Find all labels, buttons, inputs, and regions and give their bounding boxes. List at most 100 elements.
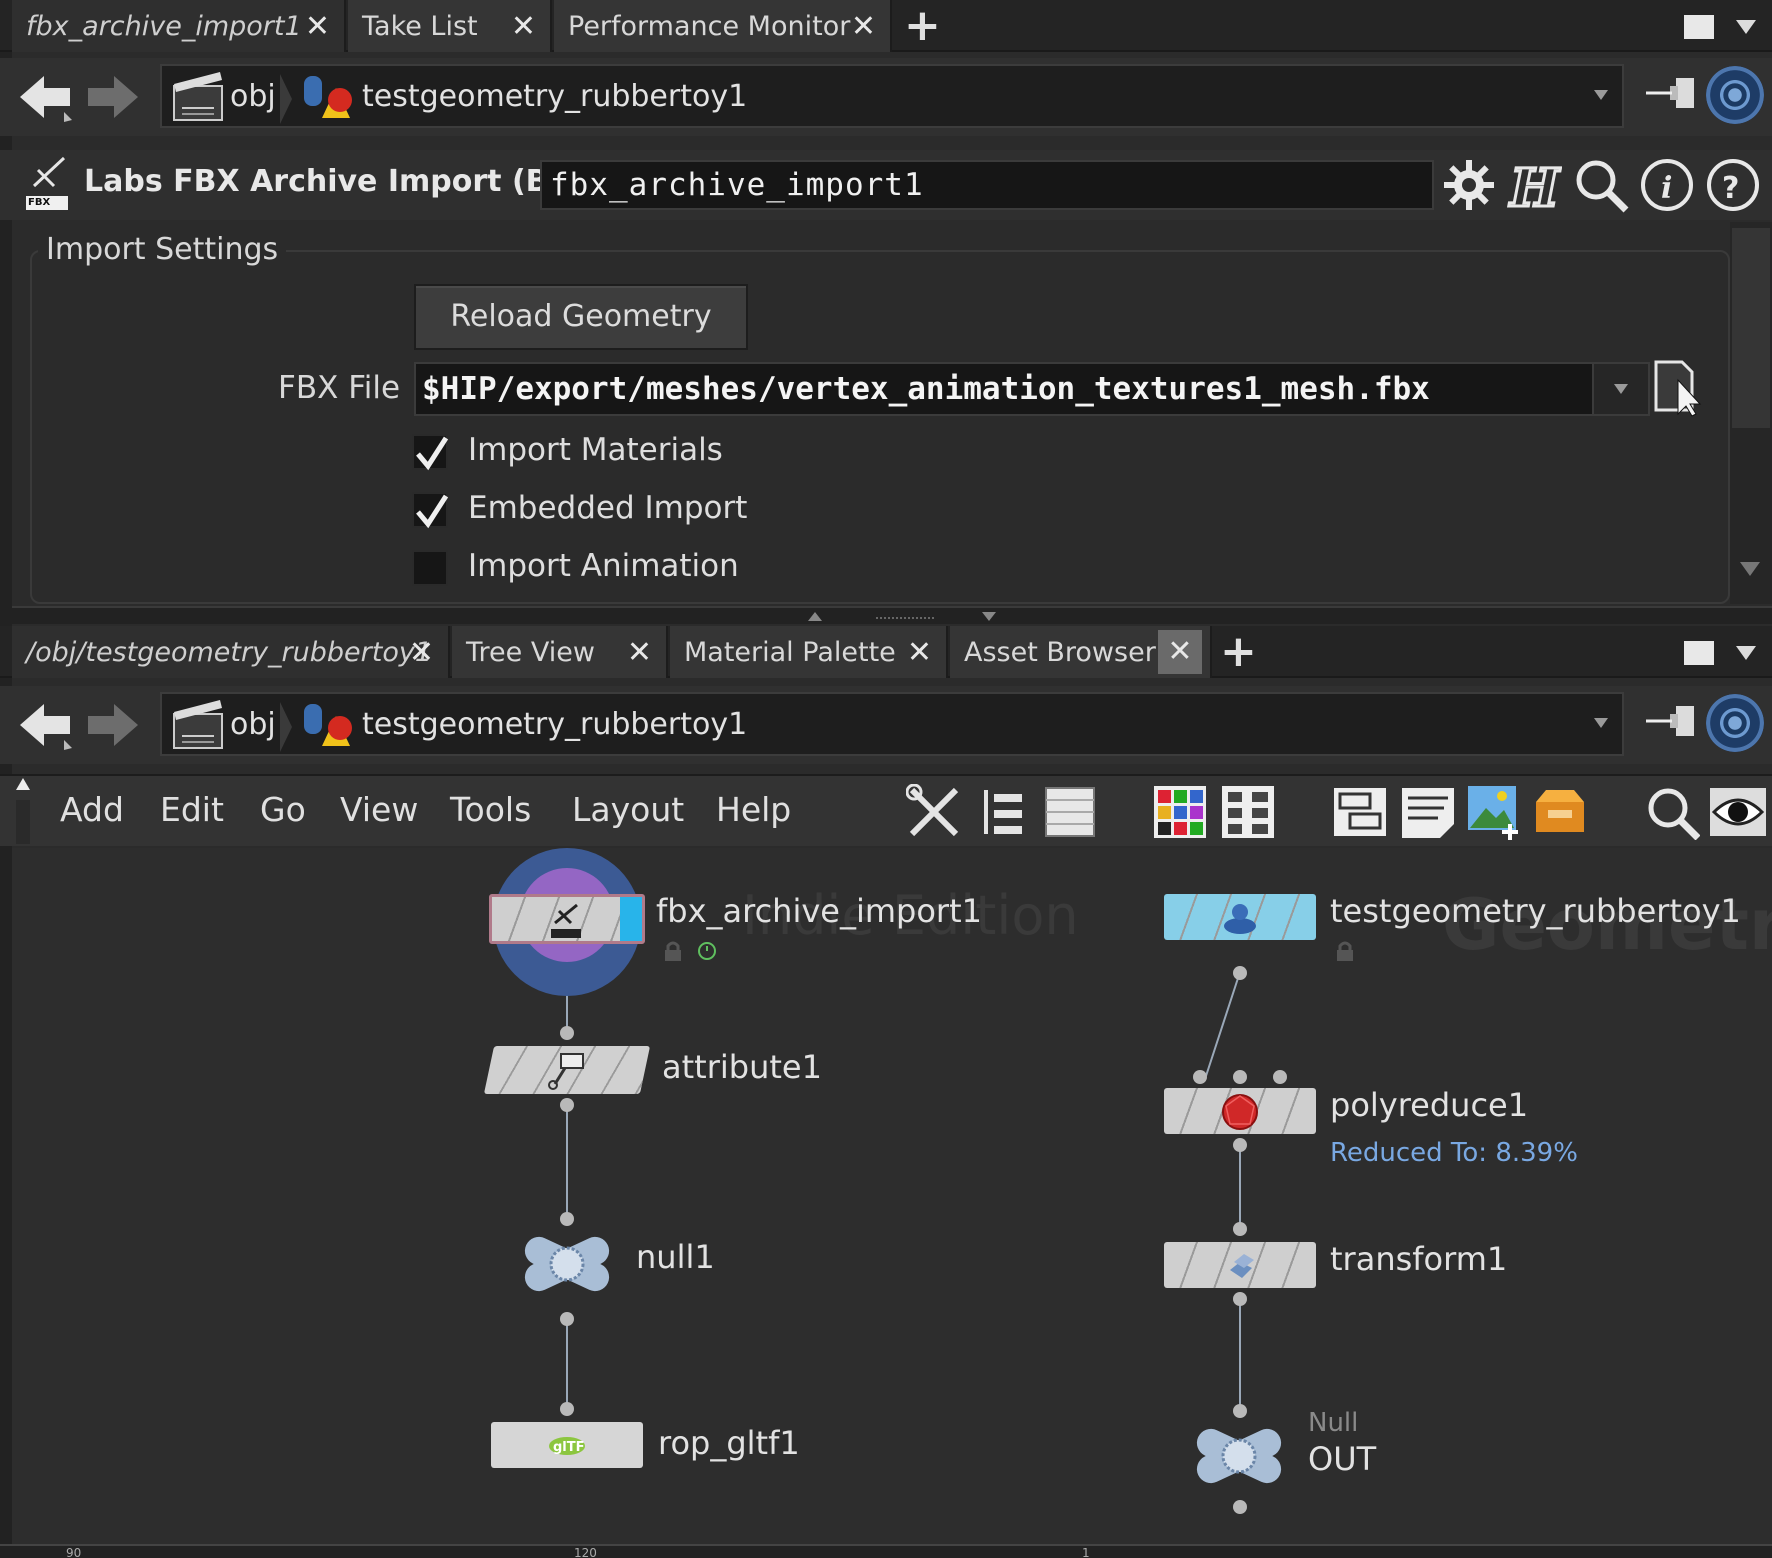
node-label-out[interactable]: OUT — [1308, 1440, 1376, 1478]
close-tab-icon[interactable]: ✕ — [409, 635, 434, 670]
menu-help[interactable]: Help — [716, 790, 791, 829]
close-tab-icon[interactable]: ✕ — [1158, 630, 1202, 674]
path-dropdown-icon[interactable] — [1594, 718, 1608, 728]
path-root[interactable]: obj — [230, 72, 276, 122]
back-arrow-icon[interactable] — [18, 72, 72, 122]
close-tab-icon[interactable]: ✕ — [305, 9, 330, 44]
link-pane-icon[interactable] — [1706, 66, 1764, 124]
pin-icon[interactable] — [1644, 696, 1698, 750]
embedded-import-checkbox[interactable] — [412, 492, 449, 529]
maximize-pane-icon[interactable] — [1684, 641, 1714, 665]
pane-menu-arrow-icon[interactable] — [1736, 646, 1756, 660]
pane-menu-arrow-icon[interactable] — [1736, 20, 1756, 34]
tab-performance-monitor[interactable]: Performance Monitor ✕ — [554, 0, 892, 52]
forward-arrow-icon[interactable] — [86, 72, 140, 122]
output-connector[interactable] — [1233, 966, 1247, 980]
node-transform[interactable] — [1164, 1242, 1316, 1288]
list-view-icon[interactable] — [1042, 784, 1098, 840]
output-connector[interactable] — [1233, 1500, 1247, 1514]
embedded-import-label[interactable]: Embedded Import — [468, 490, 747, 526]
node-label-transform[interactable]: transform1 — [1330, 1240, 1507, 1278]
node-polyreduce[interactable] — [1164, 1088, 1316, 1134]
input-connector[interactable] — [1193, 1070, 1207, 1084]
fbx-file-dropdown[interactable] — [1592, 362, 1650, 416]
node-null1[interactable] — [512, 1224, 622, 1304]
asset-package-icon[interactable] — [1532, 784, 1588, 840]
import-animation-label[interactable]: Import Animation — [468, 548, 739, 584]
help-icon[interactable]: ? — [1704, 156, 1762, 214]
input-connector[interactable] — [560, 1026, 574, 1040]
path-field[interactable]: obj testgeometry_rubbertoy1 — [160, 692, 1624, 756]
close-tab-icon[interactable]: ✕ — [851, 9, 876, 44]
network-editor[interactable]: Indie Edition Geometry fbx_archive_impor… — [12, 848, 1772, 1544]
link-pane-icon[interactable] — [1706, 694, 1764, 752]
menu-edit[interactable]: Edit — [160, 790, 224, 829]
import-materials-checkbox[interactable] — [412, 434, 449, 471]
menu-view[interactable]: View — [340, 790, 418, 829]
input-connector[interactable] — [560, 1402, 574, 1416]
tab-network-path[interactable]: /obj/testgeometry_rubbertoy1 ✕ — [12, 626, 450, 678]
fbx-file-field[interactable]: $HIP/export/meshes/vertex_animation_text… — [414, 362, 1648, 416]
node-attribute[interactable] — [483, 1046, 651, 1094]
add-tab-icon[interactable]: + — [1220, 630, 1257, 674]
node-label-rop[interactable]: rop_gltf1 — [658, 1424, 800, 1462]
menu-go[interactable]: Go — [260, 790, 306, 829]
tab-tree-view[interactable]: Tree View ✕ — [452, 626, 668, 678]
tab-fbx-archive-import[interactable]: fbx_archive_import1 ✕ — [12, 0, 346, 52]
tab-asset-browser[interactable]: Asset Browser ✕ — [950, 626, 1212, 678]
input-connector[interactable] — [1273, 1070, 1287, 1084]
reload-geometry-button[interactable]: Reload Geometry — [414, 284, 748, 350]
node-label-polyreduce[interactable]: polyreduce1 — [1330, 1086, 1528, 1124]
add-tab-icon[interactable]: + — [904, 4, 941, 48]
close-tab-icon[interactable]: ✕ — [907, 635, 932, 670]
color-palette-icon[interactable] — [1152, 784, 1208, 840]
tab-material-palette[interactable]: Material Palette ✕ — [670, 626, 948, 678]
input-connector[interactable] — [1233, 1070, 1247, 1084]
display-flag[interactable] — [620, 897, 642, 941]
node-testgeometry-rubbertoy[interactable] — [1164, 894, 1316, 940]
houdini-h-icon[interactable]: H — [1504, 156, 1563, 215]
menu-add[interactable]: Add — [60, 790, 124, 829]
shape-palette-icon[interactable] — [1220, 784, 1276, 840]
eye-visibility-icon[interactable] — [1710, 784, 1766, 840]
pin-icon[interactable] — [1644, 68, 1698, 122]
menu-tools[interactable]: Tools — [450, 790, 531, 829]
node-label-attribute[interactable]: attribute1 — [662, 1048, 822, 1086]
input-connector[interactable] — [1233, 1222, 1247, 1236]
collapse-down-icon[interactable] — [982, 612, 996, 621]
back-arrow-icon[interactable] — [18, 700, 72, 750]
pane-splitter[interactable] — [12, 606, 1772, 624]
path-dropdown-icon[interactable] — [1594, 90, 1608, 100]
timeline-strip[interactable]: 90 120 1 — [0, 1544, 1772, 1558]
search-icon[interactable] — [1644, 784, 1700, 840]
close-tab-icon[interactable]: ✕ — [511, 9, 536, 44]
node-label-fbx[interactable]: fbx_archive_import1 — [656, 892, 982, 930]
gear-icon[interactable] — [1440, 156, 1498, 214]
path-node[interactable]: testgeometry_rubbertoy1 — [362, 72, 747, 122]
path-field[interactable]: obj testgeometry_rubbertoy1 — [160, 64, 1624, 128]
parameter-scrollbar[interactable] — [1730, 222, 1772, 604]
path-root[interactable]: obj — [230, 700, 276, 750]
scroll-down-icon[interactable] — [1740, 562, 1760, 576]
file-chooser-icon[interactable] — [1652, 358, 1704, 418]
output-connector[interactable] — [560, 1098, 574, 1112]
output-connector[interactable] — [560, 1312, 574, 1326]
close-tab-icon[interactable]: ✕ — [627, 635, 652, 670]
menu-layout[interactable]: Layout — [572, 790, 684, 829]
node-name-field[interactable]: fbx_archive_import1 — [540, 160, 1434, 210]
node-fbx-archive-import[interactable] — [489, 894, 645, 944]
wrench-tools-icon[interactable] — [906, 784, 962, 840]
tab-take-list[interactable]: Take List ✕ — [348, 0, 552, 52]
tree-list-icon[interactable] — [974, 784, 1030, 840]
sticky-note-icon[interactable] — [1400, 784, 1456, 840]
collapse-toolbar-icon[interactable] — [16, 778, 30, 790]
forward-arrow-icon[interactable] — [86, 700, 140, 750]
network-box-icon[interactable] — [1332, 784, 1388, 840]
search-icon[interactable] — [1572, 156, 1630, 214]
node-rop-gltf[interactable]: glTF — [491, 1422, 643, 1468]
import-settings-folder-label[interactable]: Import Settings — [38, 232, 287, 267]
info-icon[interactable]: i — [1638, 156, 1696, 214]
node-label-null1[interactable]: null1 — [636, 1238, 715, 1276]
add-image-icon[interactable] — [1466, 784, 1522, 840]
scrollbar-thumb[interactable] — [1732, 228, 1770, 428]
